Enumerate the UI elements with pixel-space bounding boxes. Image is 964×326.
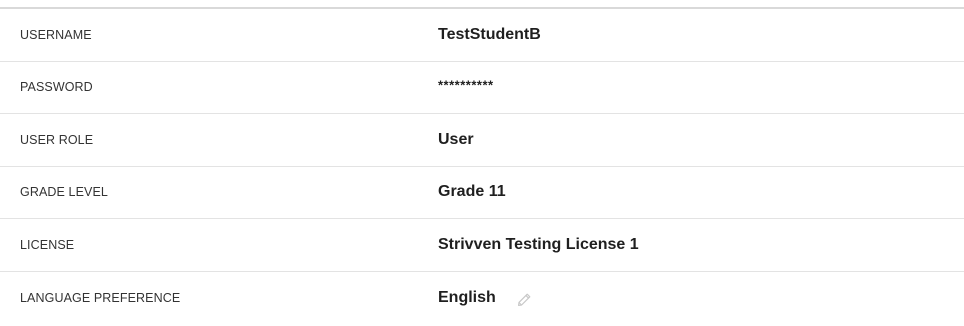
profile-details-table: USERNAME TestStudentB PASSWORD *********… xyxy=(0,7,964,324)
grade-level-label: GRADE LEVEL xyxy=(20,185,108,200)
user-role-value: User xyxy=(438,130,474,148)
username-value: TestStudentB xyxy=(438,25,541,43)
profile-row-password: PASSWORD ********** xyxy=(0,62,964,114)
user-role-label: USER ROLE xyxy=(20,132,94,147)
language-preference-label: LANGUAGE PREFERENCE xyxy=(20,290,181,305)
password-label: PASSWORD xyxy=(20,80,93,95)
profile-row-license: LICENSE Strivven Testing License 1 xyxy=(0,219,964,272)
password-value: ********** xyxy=(438,77,494,93)
language-preference-value: English xyxy=(438,288,496,306)
profile-row-language-preference: LANGUAGE PREFERENCE English xyxy=(0,272,964,325)
license-label: LICENSE xyxy=(20,237,75,252)
pencil-icon[interactable] xyxy=(516,292,532,308)
license-value: Strivven Testing License 1 xyxy=(438,235,639,253)
profile-row-user-role: USER ROLE User xyxy=(0,114,964,167)
grade-level-value: Grade 11 xyxy=(438,183,506,201)
pencil-icon-graphic xyxy=(517,293,531,306)
username-label: USERNAME xyxy=(20,27,92,42)
profile-row-username: USERNAME TestStudentB xyxy=(0,9,964,62)
profile-row-grade-level: GRADE LEVEL Grade 11 xyxy=(0,167,964,219)
language-preference-value-group: English xyxy=(438,289,532,307)
